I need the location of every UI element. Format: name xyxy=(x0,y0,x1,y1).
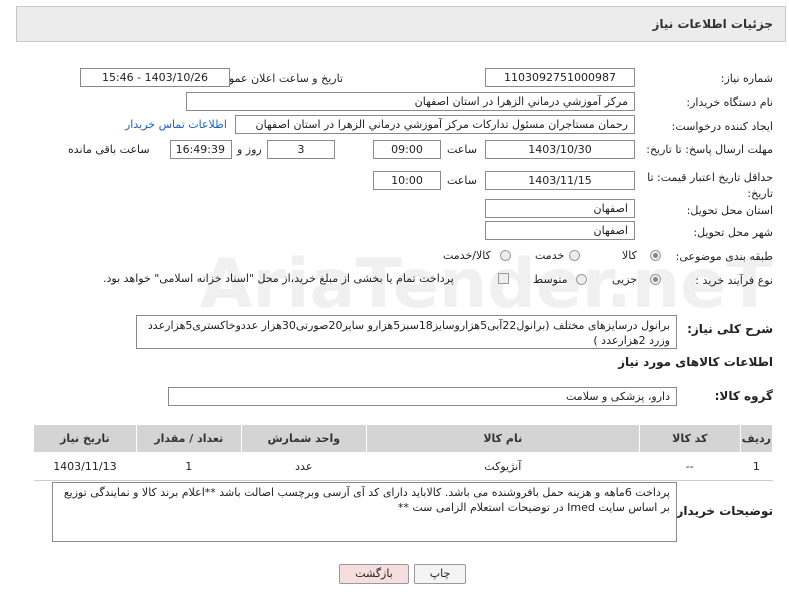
table-header-row: ردیف کد کالا نام کالا واحد شمارش تعداد /… xyxy=(33,424,774,453)
remaining-label: ساعت باقی مانده xyxy=(68,143,150,156)
col-header-date: تاریخ نیاز xyxy=(33,424,137,453)
treasury-payment-checkbox[interactable] xyxy=(498,273,509,284)
reply-time-field: 09:00 xyxy=(373,140,441,159)
remaining-time-field: 16:49:39 xyxy=(170,140,232,159)
creator-label: ایجاد کننده درخواست: xyxy=(671,120,773,133)
category-label: طبقه بندی موضوعی: xyxy=(675,250,773,263)
col-header-qty: تعداد / مقدار xyxy=(135,424,242,453)
announce-field: 1403/10/26 - 15:46 xyxy=(80,68,230,87)
price-validity-label: حداقل تاریخ اعتبار قیمت: تا تاریخ: xyxy=(647,171,773,200)
description-textarea: برانول درسایزهای مختلف (برانول22آبی5هزار… xyxy=(136,315,677,349)
category-option-goods: کالا xyxy=(622,249,637,262)
col-header-unit: واحد شمارش xyxy=(240,424,367,453)
province-field: اصفهان xyxy=(485,199,635,218)
process-radio-minor[interactable] xyxy=(650,274,661,285)
cell-row: 1 xyxy=(740,452,773,481)
cell-code: -- xyxy=(639,452,741,481)
cell-date: 1403/11/13 xyxy=(33,452,137,481)
price-time-field: 10:00 xyxy=(373,171,441,190)
days-label: روز و xyxy=(237,143,262,156)
description-label: شرح کلی نیاز: xyxy=(687,322,773,336)
back-button[interactable]: بازگشت xyxy=(339,564,409,584)
buyer-notes-textarea: پرداخت 6ماهه و هزینه حمل بافروشنده می با… xyxy=(52,482,677,542)
buyer-notes-label: توضیحات خریدار: xyxy=(671,504,773,518)
announce-label: تاریخ و ساعت اعلان عمومی: xyxy=(210,72,343,85)
goods-section-title: اطلاعات کالاهای مورد نیاز xyxy=(618,355,773,369)
category-option-goods-service: کالا/خدمت xyxy=(443,249,491,262)
process-option-minor: جزیی xyxy=(612,273,638,286)
col-header-name: نام کالا xyxy=(365,424,640,453)
cell-unit: عدد xyxy=(241,452,367,481)
contact-info-link[interactable]: اطلاعات تماس خریدار xyxy=(125,118,227,131)
print-button[interactable]: چاپ xyxy=(414,564,466,584)
col-header-code: کد کالا xyxy=(638,424,741,453)
creator-field: رحمان مستاجران مسئول تدارکات مرکز آموزشي… xyxy=(235,115,635,134)
buyer-org-field: مرکز آموزشي درماني الزهرا در استان اصفها… xyxy=(186,92,635,111)
price-time-label: ساعت xyxy=(447,174,477,187)
days-field: 3 xyxy=(267,140,335,159)
category-radio-goods[interactable] xyxy=(650,250,661,261)
table-row: 1 -- آنژیوکت عدد 1 1403/11/13 xyxy=(33,452,773,481)
process-option-medium: متوسط xyxy=(533,273,568,286)
category-radio-service[interactable] xyxy=(569,250,580,261)
category-radio-goods-service[interactable] xyxy=(500,250,511,261)
panel-header: جزئیات اطلاعات نیاز xyxy=(16,6,786,42)
reply-time-label: ساعت xyxy=(447,143,477,156)
payment-note: پرداخت تمام یا بخشی از مبلغ خرید،از محل … xyxy=(103,272,454,285)
cell-qty: 1 xyxy=(136,452,242,481)
buyer-org-label: نام دستگاه خریدار: xyxy=(686,96,773,109)
price-date-field: 1403/11/15 xyxy=(485,171,635,190)
city-label: شهر محل تحویل: xyxy=(693,226,773,239)
city-field: اصفهان xyxy=(485,221,635,240)
process-radio-medium[interactable] xyxy=(576,274,587,285)
need-number-field: 1103092751000987 xyxy=(485,68,635,87)
reply-deadline-label: مهلت ارسال پاسخ: تا تاریخ: xyxy=(646,143,773,156)
category-option-service: خدمت xyxy=(535,249,565,262)
cell-name: آنژیوکت xyxy=(366,452,640,481)
goods-group-field: دارو، پزشکی و سلامت xyxy=(168,387,677,406)
process-label: نوع فرآیند خرید : xyxy=(695,274,773,287)
items-table: ردیف کد کالا نام کالا واحد شمارش تعداد /… xyxy=(33,424,774,481)
province-label: استان محل تحویل: xyxy=(686,204,773,217)
need-number-label: شماره نیاز: xyxy=(720,72,773,85)
page-title: جزئیات اطلاعات نیاز xyxy=(652,17,773,31)
goods-group-label: گروه کالا: xyxy=(714,389,773,403)
reply-date-field: 1403/10/30 xyxy=(485,140,635,159)
col-header-row: ردیف xyxy=(739,424,774,453)
